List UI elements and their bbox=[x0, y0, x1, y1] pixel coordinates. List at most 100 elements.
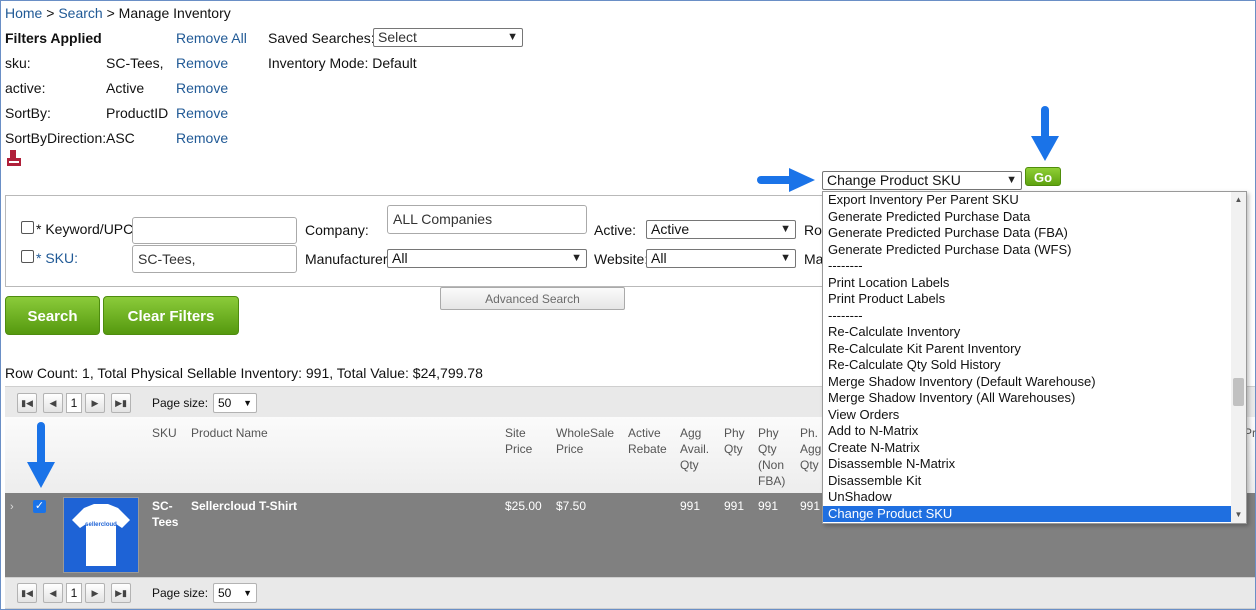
cell-phy-qty-non-fba: 991 bbox=[758, 499, 779, 513]
cell-line: Tees bbox=[152, 515, 179, 529]
pager-next-icon[interactable]: ▶ bbox=[85, 393, 105, 413]
cell-ph-agg-qty: 991 bbox=[800, 499, 821, 513]
bulk-action-dropdown-list[interactable]: Export Inventory Per Parent SKU Generate … bbox=[822, 191, 1247, 524]
cell-wholesale-price: $7.50 bbox=[556, 499, 587, 513]
scroll-up-icon[interactable]: ▲ bbox=[1233, 194, 1244, 206]
dropdown-option[interactable]: Merge Shadow Inventory (Default Warehous… bbox=[823, 374, 1233, 391]
header-line: Qty bbox=[680, 458, 699, 472]
website-select[interactable]: All ▼ bbox=[646, 249, 796, 268]
page-size-select[interactable]: 50 ▼ bbox=[213, 393, 257, 413]
saved-searches-select[interactable]: Select ▼ bbox=[373, 28, 523, 47]
pager-last-icon[interactable]: ▶▮ bbox=[111, 583, 131, 603]
header-active-rebate[interactable]: Active Rebate bbox=[628, 425, 667, 457]
tshirt-image[interactable]: sellercloud bbox=[63, 497, 139, 573]
remove-filter-link[interactable]: Remove bbox=[176, 55, 228, 71]
dropdown-option[interactable]: Re-Calculate Inventory bbox=[823, 324, 1233, 341]
header-line: Price bbox=[505, 442, 533, 456]
pager-first-icon[interactable]: ▮◀ bbox=[17, 393, 37, 413]
checkbox-checked-icon[interactable]: ✓ bbox=[33, 500, 46, 513]
header-ph-agg-qty[interactable]: Ph. Agg. Qty bbox=[800, 425, 825, 473]
dropdown-option[interactable]: Add to N-Matrix bbox=[823, 423, 1233, 440]
dropdown-option[interactable]: Re-Calculate Kit Parent Inventory bbox=[823, 341, 1233, 358]
manufacturer-label: Manufacturer: bbox=[305, 251, 392, 267]
company-list[interactable]: ALL Companies bbox=[387, 205, 587, 234]
search-button[interactable]: Search bbox=[5, 296, 100, 335]
breadcrumb-search[interactable]: Search bbox=[58, 5, 102, 21]
sku-input[interactable]: SC-Tees, bbox=[132, 245, 297, 273]
header-line: Agg. bbox=[800, 442, 825, 456]
row-label-cut: Ro bbox=[804, 222, 822, 238]
dropdown-option[interactable]: Export Inventory Per Parent SKU bbox=[823, 192, 1233, 209]
filter-key: active: bbox=[5, 80, 46, 96]
header-sku[interactable]: SKU bbox=[152, 425, 177, 441]
dropdown-option[interactable]: Generate Predicted Purchase Data (WFS) bbox=[823, 242, 1233, 259]
breadcrumb-home[interactable]: Home bbox=[5, 5, 42, 21]
dropdown-option[interactable]: UnShadow bbox=[823, 489, 1233, 506]
header-line: Agg bbox=[680, 426, 702, 440]
go-button[interactable]: Go bbox=[1025, 167, 1061, 186]
filter-value: Active bbox=[106, 80, 145, 96]
header-site-price[interactable]: Site Price bbox=[505, 425, 532, 457]
header-phy-qty[interactable]: Phy Qty bbox=[724, 425, 745, 457]
sku-checkbox[interactable] bbox=[21, 250, 34, 263]
pager-bottom: ▮◀ ◀ 1 ▶ ▶▮ Page size: 50 ▼ bbox=[5, 577, 1255, 609]
header-line: Phy bbox=[724, 426, 745, 440]
dropdown-option[interactable]: Disassemble Kit bbox=[823, 473, 1233, 490]
scrollbar[interactable]: ▲ ▼ bbox=[1231, 192, 1246, 523]
company-label: Company: bbox=[305, 222, 369, 238]
dropdown-option[interactable]: Print Location Labels bbox=[823, 275, 1233, 292]
arrow-annotation bbox=[1030, 104, 1060, 162]
sku-label[interactable]: * SKU: bbox=[36, 250, 78, 266]
dropdown-option[interactable]: Re-Calculate Qty Sold History bbox=[823, 357, 1233, 374]
header-line: Active bbox=[628, 426, 661, 440]
header-line: Qty bbox=[758, 442, 777, 456]
header-line: Price bbox=[556, 442, 584, 456]
filter-value: ProductID bbox=[106, 105, 169, 121]
remove-filter-link[interactable]: Remove bbox=[176, 105, 228, 121]
dropdown-option[interactable]: Generate Predicted Purchase Data (FBA) bbox=[823, 225, 1233, 242]
page-size-select[interactable]: 50 ▼ bbox=[213, 583, 257, 603]
cell-sku[interactable]: SC- Tees bbox=[152, 498, 178, 530]
remove-all-link[interactable]: Remove All bbox=[176, 30, 247, 46]
clear-filters-button[interactable]: Clear Filters bbox=[103, 296, 239, 335]
dropdown-option[interactable]: View Orders bbox=[823, 407, 1233, 424]
dropdown-option[interactable]: Generate Predicted Purchase Data bbox=[823, 209, 1233, 226]
dropdown-option[interactable]: Change Product SKU bbox=[823, 505, 1233, 522]
pager-last-icon[interactable]: ▶▮ bbox=[111, 393, 131, 413]
dropdown-option[interactable]: -------- bbox=[823, 258, 1233, 275]
dropdown-option[interactable]: Disassemble N-Matrix bbox=[823, 456, 1233, 473]
expand-row-icon[interactable]: › bbox=[10, 499, 14, 515]
remove-filter-link[interactable]: Remove bbox=[176, 130, 228, 146]
cell-site-price: $25.00 bbox=[505, 499, 542, 513]
page-size-value: 50 bbox=[218, 586, 232, 600]
cell-product-name[interactable]: Sellercloud T-Shirt bbox=[191, 498, 297, 514]
advanced-search-button[interactable]: Advanced Search bbox=[440, 287, 625, 310]
keyword-input[interactable] bbox=[132, 217, 297, 244]
pager-page-number[interactable]: 1 bbox=[66, 583, 82, 603]
website-label: Website: bbox=[594, 251, 649, 267]
bulk-action-select[interactable]: Change Product SKU ▼ bbox=[822, 171, 1022, 190]
pager-page-number[interactable]: 1 bbox=[66, 393, 82, 413]
dropdown-option[interactable]: Print Product Labels bbox=[823, 291, 1233, 308]
remove-filter-link[interactable]: Remove bbox=[176, 80, 228, 96]
header-product-name[interactable]: Product Name bbox=[191, 425, 268, 441]
header-agg-avail-qty[interactable]: Agg Avail. Qty bbox=[680, 425, 709, 473]
keyword-checkbox[interactable] bbox=[21, 221, 34, 234]
pager-first-icon[interactable]: ▮◀ bbox=[17, 583, 37, 603]
dropdown-option[interactable]: -------- bbox=[823, 308, 1233, 325]
dropdown-option[interactable]: Merge Shadow Inventory (All Warehouses) bbox=[823, 390, 1233, 407]
scroll-down-icon[interactable]: ▼ bbox=[1233, 509, 1244, 521]
header-line: Qty bbox=[724, 442, 743, 456]
pdf-icon[interactable] bbox=[7, 150, 21, 166]
dropdown-option[interactable]: Create N-Matrix bbox=[823, 440, 1233, 457]
pager-next-icon[interactable]: ▶ bbox=[85, 583, 105, 603]
scroll-thumb[interactable] bbox=[1233, 378, 1244, 406]
filters-applied-title: Filters Applied bbox=[5, 30, 102, 46]
pager-prev-icon[interactable]: ◀ bbox=[43, 583, 63, 603]
header-line: Ph. bbox=[800, 426, 819, 440]
manufacturer-select[interactable]: All ▼ bbox=[387, 249, 587, 268]
header-phy-qty-non-fba[interactable]: Phy Qty (Non FBA) bbox=[758, 425, 785, 489]
pager-prev-icon[interactable]: ◀ bbox=[43, 393, 63, 413]
active-select[interactable]: Active ▼ bbox=[646, 220, 796, 239]
header-wholesale-price[interactable]: WholeSale Price bbox=[556, 425, 614, 457]
